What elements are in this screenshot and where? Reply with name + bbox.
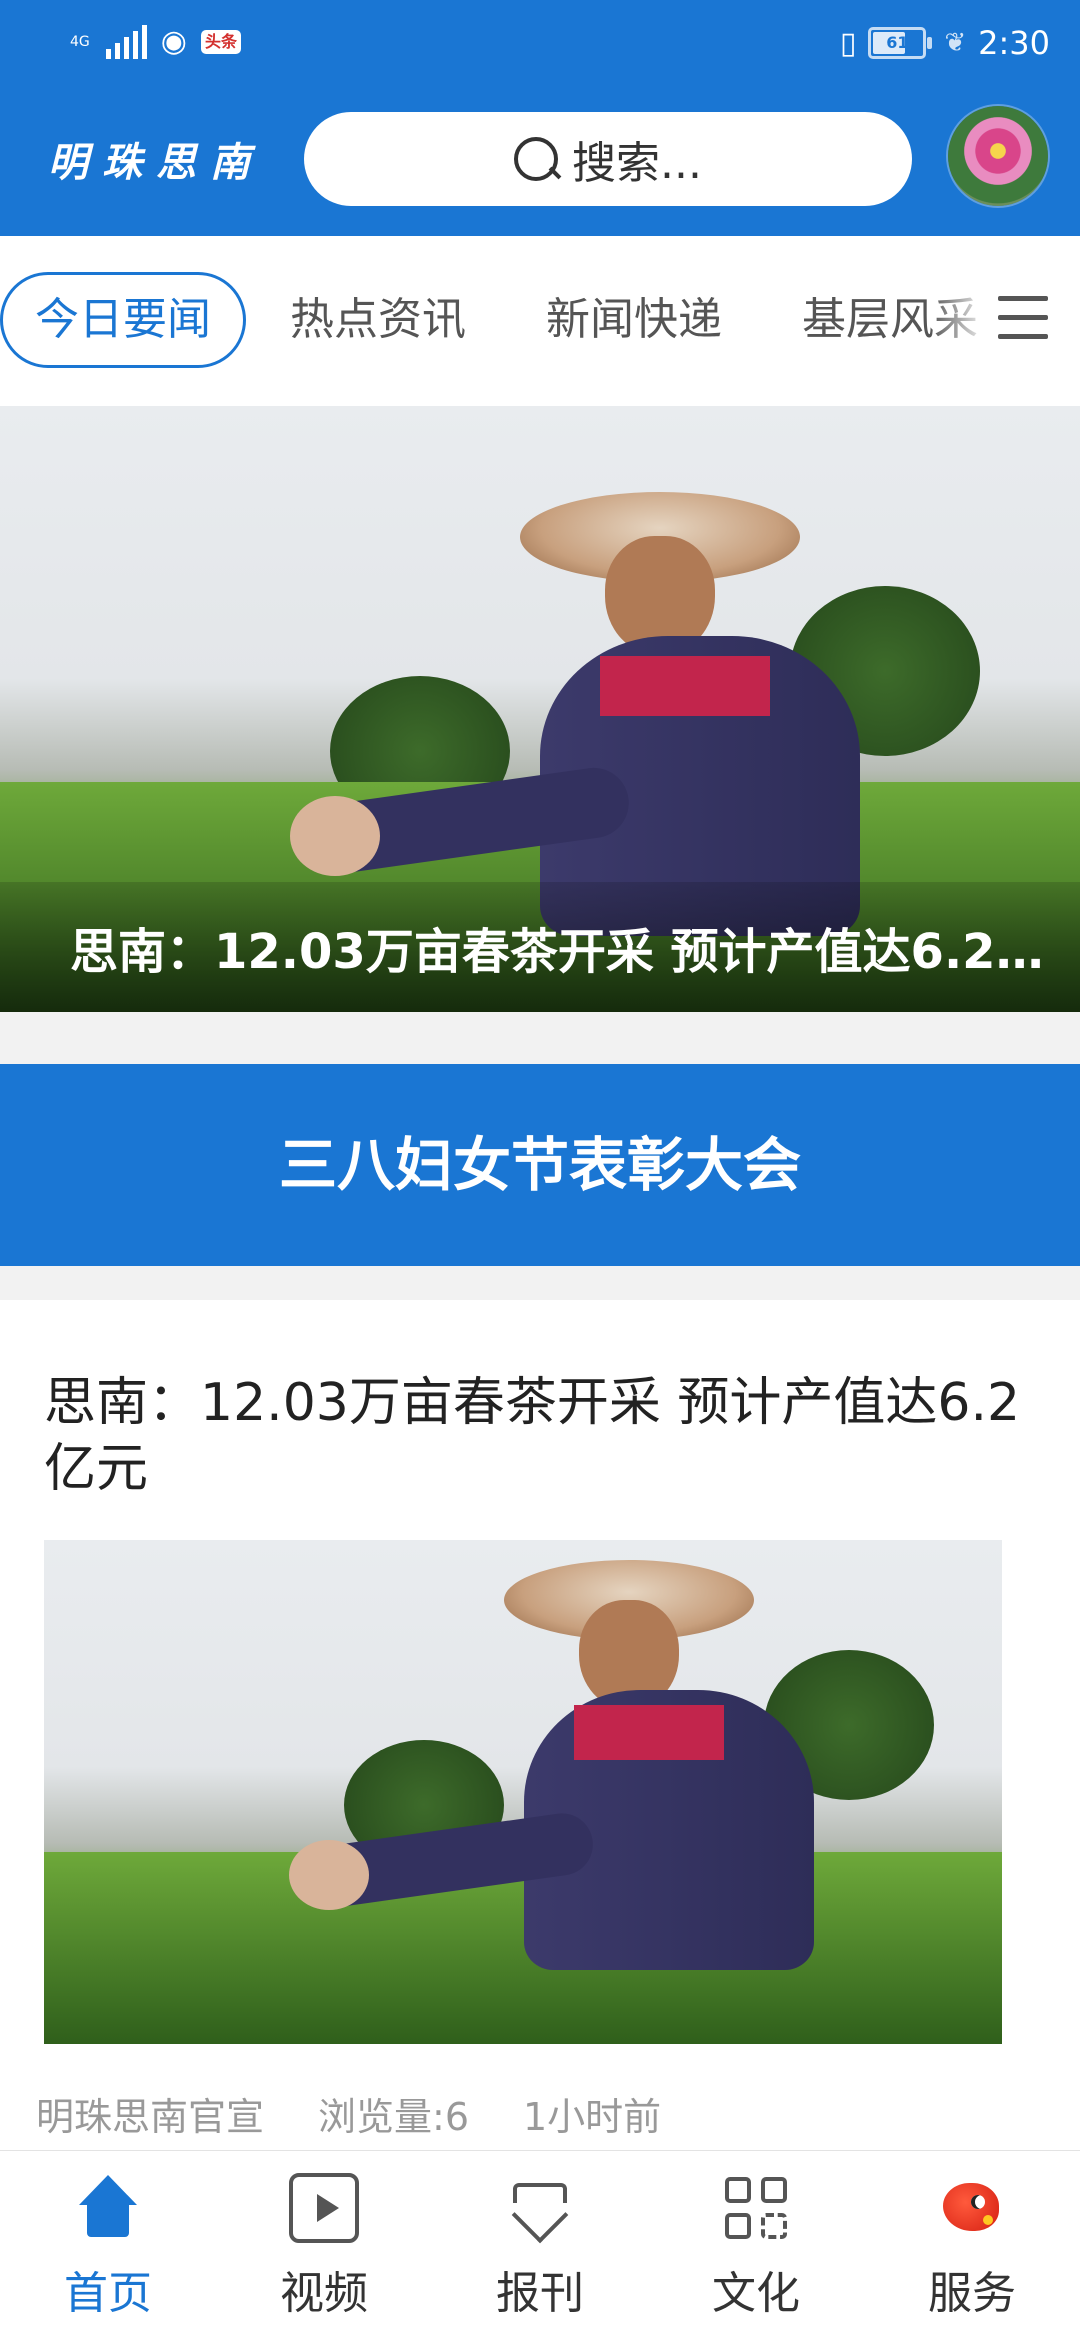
category-tabs: 今日要闻 热点资讯 新闻快递 基层风采 [0, 236, 1080, 406]
nav-video-label: 视频 [280, 2268, 368, 2319]
nav-newspaper-label: 报刊 [496, 2268, 584, 2319]
news-meta: 明珠思南官宣 浏览量:6 1小时前 [36, 2086, 661, 2141]
vibrate-icon: ▯ [839, 25, 857, 61]
banner-caption: 思南：12.03万亩春茶开采 预计产值达6.2亿元 [0, 882, 1080, 1012]
news-card[interactable]: 思南：12.03万亩春茶开采 预计产值达6.2亿元 明珠思南官宣 浏览量:6 1… [0, 1300, 1080, 2150]
signal-icon [105, 24, 147, 59]
search-placeholder: 搜索... [572, 138, 702, 189]
bottom-nav: 首页 视频 报刊 文化 服务 [0, 2150, 1080, 2341]
event-banner[interactable]: 三八妇女节表彰大会 [0, 1064, 1080, 1266]
nav-culture-label: 文化 [712, 2268, 800, 2319]
nav-home[interactable]: 首页 [0, 2173, 216, 2321]
news-time: 1小时前 [523, 2095, 662, 2139]
banner-caption-text: 思南：12.03万亩春茶开采 预计产值达6.2亿元 [70, 924, 1060, 980]
status-bar: 4G ◉ 头条 ▯ 61 ❦ 2:30 [0, 0, 1080, 92]
tab-hot-info[interactable]: 热点资讯 [290, 272, 466, 368]
eye-icon: ◉ [160, 24, 187, 59]
tab-today-news[interactable]: 今日要闻 [0, 272, 246, 368]
app-logo[interactable]: 明珠思南 [48, 130, 264, 188]
battery-icon: 61 [868, 27, 933, 59]
nav-video[interactable]: 视频 [216, 2173, 432, 2321]
news-views: 浏览量:6 [318, 2095, 469, 2139]
nav-culture[interactable]: 文化 [648, 2173, 864, 2321]
search-icon [514, 137, 559, 181]
nav-home-label: 首页 [64, 2268, 152, 2319]
nav-service[interactable]: 服务 [864, 2173, 1080, 2321]
video-icon [289, 2173, 359, 2243]
nav-newspaper[interactable]: 报刊 [432, 2173, 648, 2321]
nav-service-label: 服务 [928, 2268, 1016, 2319]
leaf-icon: ❦ [944, 28, 967, 58]
mascot-icon [937, 2173, 1007, 2243]
search-bar[interactable]: 搜索... [304, 112, 912, 206]
home-icon [73, 2173, 143, 2243]
battery-level: 61 [886, 33, 909, 52]
news-image[interactable] [44, 1540, 1002, 2044]
toutiao-app-icon: 头条 [200, 29, 241, 54]
diamond-icon [505, 2173, 575, 2243]
featured-banner[interactable]: 思南：12.03万亩春茶开采 预计产值达6.2亿元 [0, 406, 1080, 1012]
news-title[interactable]: 思南：12.03万亩春茶开采 预计产值达6.2亿元 [44, 1370, 1034, 1502]
menu-icon[interactable] [998, 296, 1048, 353]
user-avatar[interactable] [948, 106, 1048, 206]
app-header: 4G ◉ 头条 ▯ 61 ❦ 2:30 明珠思南 搜索... [0, 0, 1080, 236]
clock: 2:30 [978, 24, 1050, 62]
grid-icon [721, 2173, 791, 2243]
tab-news-express[interactable]: 新闻快递 [546, 272, 722, 368]
news-source: 明珠思南官宣 [36, 2095, 265, 2139]
network-type: 4G [70, 33, 90, 50]
